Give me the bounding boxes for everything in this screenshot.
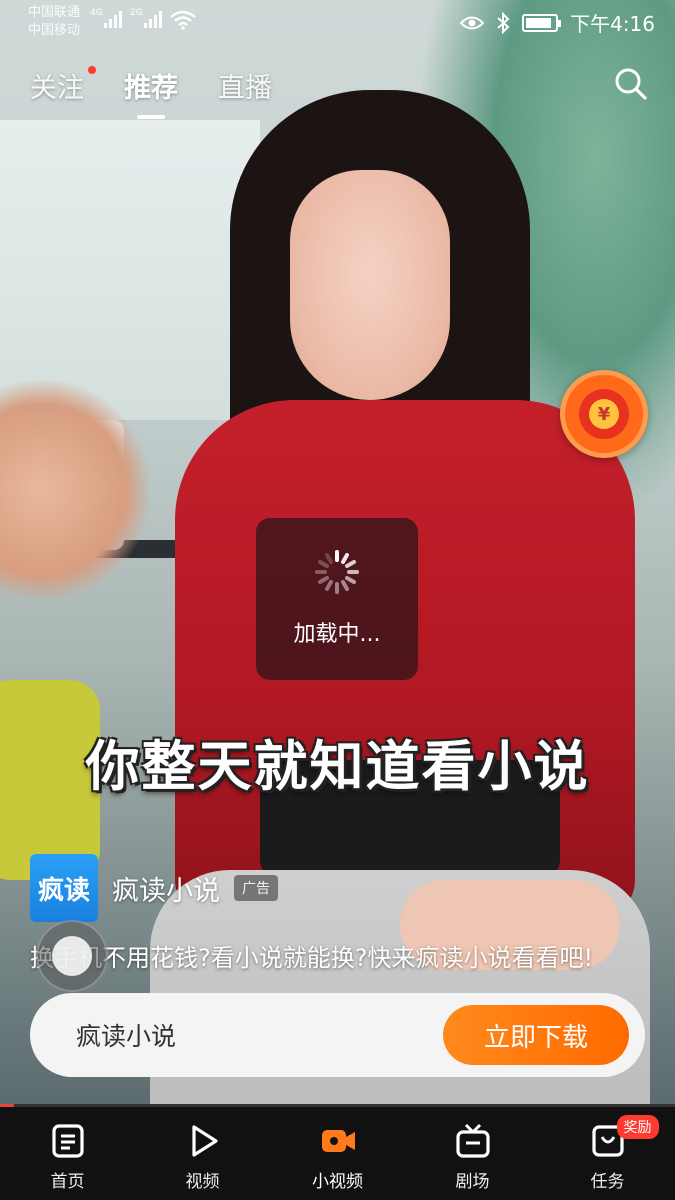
nav-item-short-video[interactable]: 小视频 — [283, 1121, 393, 1192]
carrier-1: 中国联通 — [28, 5, 81, 20]
battery-icon — [522, 13, 562, 32]
ad-cta-bar[interactable]: 疯读小说 立即下载 — [30, 993, 645, 1077]
network-type-2: 2G — [130, 8, 143, 18]
foreground-hand — [0, 380, 150, 600]
ad-header[interactable]: 疯读 疯读小说 广告 — [30, 854, 278, 922]
carrier-2: 中国移动 — [28, 23, 81, 38]
tab-follow-label: 关注 — [30, 73, 84, 104]
active-tab-indicator — [137, 115, 165, 119]
eye-icon — [460, 16, 485, 29]
status-right: 下午4:16 — [460, 8, 655, 37]
background-window — [0, 120, 260, 420]
nav-label-video: 视频 — [185, 1172, 220, 1192]
nav-item-task[interactable]: 任务 奖励 — [553, 1115, 663, 1192]
red-packet-icon: ¥ — [579, 389, 629, 439]
status-bar: 中国联通 中国移动 4G 2G 下午4:16 — [0, 0, 675, 44]
app-logo[interactable]: 疯读 — [30, 854, 98, 922]
assistive-ball-icon — [52, 936, 92, 976]
tab-follow[interactable]: 关注 — [30, 66, 96, 105]
loading-spinner-icon — [315, 550, 359, 594]
tab-live-label: 直播 — [218, 73, 272, 104]
wifi-icon — [170, 10, 196, 30]
notification-dot — [88, 66, 96, 74]
tab-live[interactable]: 直播 — [218, 66, 272, 105]
ad-description[interactable]: 换手机不用花钱?看小说就能换?快来疯读小说看看吧! — [30, 938, 650, 973]
tab-recommend[interactable]: 推荐 — [124, 66, 178, 119]
red-packet-button[interactable]: ¥ — [560, 370, 648, 458]
download-button[interactable]: 立即下载 — [443, 1005, 629, 1065]
nav-item-video[interactable]: 视频 — [148, 1121, 258, 1192]
loading-text: 加载中... — [293, 622, 381, 647]
nav-item-home[interactable]: 首页 — [13, 1121, 123, 1192]
signal-2-icon — [144, 10, 162, 28]
nav-label-short-video: 小视频 — [312, 1172, 363, 1192]
search-icon[interactable] — [613, 66, 649, 102]
carrier-info: 中国联通 中国移动 — [28, 4, 80, 40]
bluetooth-icon — [497, 11, 510, 34]
network-type-1: 4G — [90, 8, 103, 18]
ad-badge: 广告 — [234, 875, 278, 901]
home-icon — [51, 1124, 84, 1158]
yen-coin-icon: ¥ — [589, 399, 619, 429]
nav-item-theater[interactable]: 剧场 — [418, 1121, 528, 1192]
short-video-icon — [321, 1130, 355, 1152]
tab-recommend-label: 推荐 — [124, 73, 178, 104]
person-face — [290, 170, 450, 400]
floating-assistive-ball[interactable] — [36, 920, 108, 992]
status-time: 下午4:16 — [570, 12, 655, 36]
nav-label-theater: 剧场 — [455, 1172, 490, 1192]
battery-level — [526, 17, 552, 28]
ad-app-name[interactable]: 疯读小说 — [112, 869, 220, 908]
nav-label-task: 任务 — [590, 1172, 625, 1192]
video-subtitle: 你整天就知道看小说 — [85, 735, 590, 798]
top-tabs: 关注 推荐 直播 — [30, 66, 272, 119]
tv-icon — [455, 1123, 490, 1158]
loading-overlay: 加载中... — [256, 518, 418, 680]
bottom-nav: 首页 视频 小视频 剧场 任务 奖励 — [0, 1107, 675, 1200]
play-icon — [191, 1125, 218, 1157]
reward-badge: 奖励 — [616, 1115, 659, 1139]
signal-1-icon — [104, 10, 122, 28]
nav-label-home: 首页 — [50, 1172, 85, 1192]
cta-app-name: 疯读小说 — [76, 1022, 177, 1051]
